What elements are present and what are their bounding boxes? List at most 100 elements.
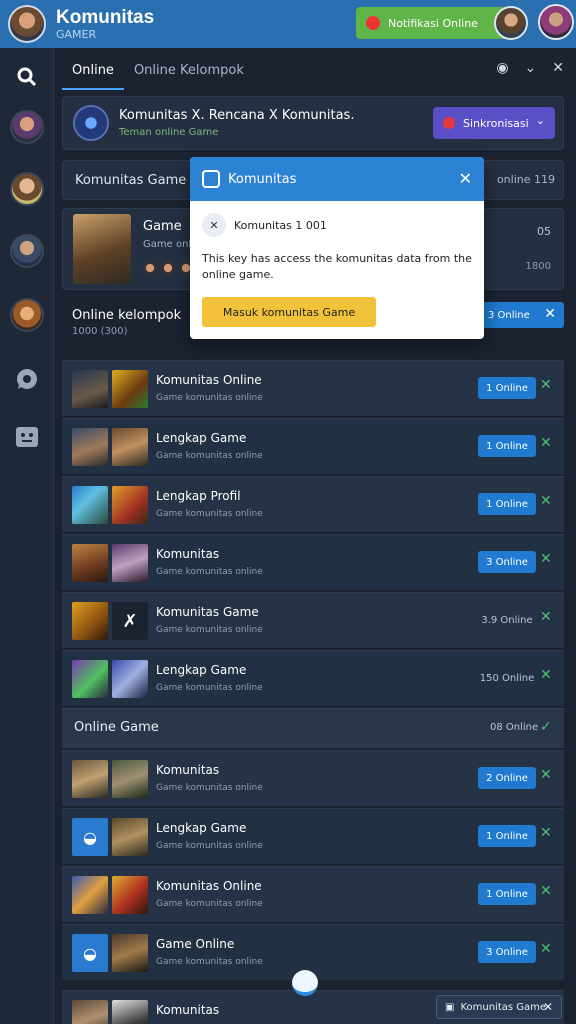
close-icon[interactable]: ✕ — [540, 609, 552, 625]
notification-label: Notifikasi Online — [388, 16, 478, 30]
notification-button[interactable]: Notifikasi Online — [356, 7, 506, 39]
count-pill[interactable]: 3 Online — [478, 941, 536, 963]
online-group-label: Online kelompok — [72, 307, 182, 323]
thumb — [72, 544, 108, 582]
game-points: 1800 — [525, 261, 551, 272]
thumb — [72, 370, 108, 408]
list-item[interactable]: ◒ Game Online Game komunitas online 3 On… — [62, 924, 564, 980]
row-title: Komunitas Online — [156, 879, 262, 893]
game-count: 05 — [537, 225, 551, 238]
app-icon: ◒ — [72, 934, 108, 972]
close-icon[interactable]: ✕ — [543, 1000, 553, 1014]
row-title: Komunitas Online — [156, 373, 262, 387]
popup-title: Komunitas — [228, 171, 297, 187]
thumb — [112, 428, 148, 466]
close-icon[interactable]: ✕ — [540, 941, 552, 957]
list-item[interactable]: ◒ Lengkap Game Game komunitas online 1 O… — [62, 808, 564, 864]
close-icon[interactable]: ✕ — [540, 825, 552, 841]
thumb — [112, 818, 148, 856]
close-icon[interactable]: ✕ — [540, 667, 552, 683]
join-community-button[interactable]: Masuk komunitas Game — [202, 297, 376, 327]
row-title: Lengkap Game — [156, 431, 247, 445]
tab-online[interactable]: Online — [62, 51, 124, 90]
list-item[interactable]: Komunitas Game komunitas online 2 Online… — [62, 750, 564, 806]
count-pill[interactable]: 3 Online — [478, 551, 536, 573]
online-count-label: 3 Online — [488, 309, 530, 321]
list-item[interactable]: Komunitas Game komunitas online 3 Online… — [62, 534, 564, 590]
close-icon[interactable]: ✕ — [552, 60, 564, 76]
close-icon[interactable]: ✕ — [540, 767, 552, 783]
row-sub: Game komunitas online — [156, 567, 263, 577]
thumb — [72, 428, 108, 466]
profile-icon[interactable] — [10, 420, 44, 454]
list-item[interactable]: Lengkap Game Game komunitas online 1 Onl… — [62, 418, 564, 474]
sidebar-avatar-2[interactable] — [10, 172, 44, 206]
row-sub: Game komunitas online — [156, 393, 263, 403]
count-pill[interactable]: 1 Online — [478, 883, 536, 905]
online-count-button[interactable]: 3 Online ✕ — [480, 302, 564, 328]
sidebar-avatar-4[interactable] — [10, 298, 44, 332]
close-icon[interactable]: ✕ — [459, 169, 472, 188]
row-title: Lengkap Game — [156, 663, 247, 677]
top-bar: Komunitas GAMER Notifikasi Online — [0, 0, 576, 48]
thumb — [112, 760, 148, 798]
thumb — [72, 660, 108, 698]
avatar — [161, 261, 175, 275]
row-title: Komunitas Game — [156, 605, 259, 619]
settings-icon[interactable]: ◉ — [496, 60, 508, 76]
chat-icon[interactable] — [10, 362, 44, 396]
toast[interactable]: ▣ Komunitas Game ✕ — [436, 995, 562, 1019]
profile-avatar[interactable] — [538, 4, 574, 40]
list-item[interactable]: Komunitas Online Game komunitas online 1… — [62, 360, 564, 416]
thumb — [72, 760, 108, 798]
popup-row: ✕ Komunitas 1 001 — [202, 213, 327, 237]
sync-button[interactable]: Sinkronisasi ⌄ — [433, 107, 555, 139]
chevron-down-icon: ⌄ — [535, 114, 545, 127]
count-pill[interactable]: 1 Online — [478, 377, 536, 399]
popup-row-text: Komunitas 1 001 — [234, 218, 327, 232]
tab-actions: ◉ ⌄ ✕ — [496, 60, 564, 76]
thumb — [112, 486, 148, 524]
close-icon[interactable]: ✕ — [540, 377, 552, 393]
list-item[interactable]: ✗ Komunitas Game Game komunitas online 3… — [62, 592, 564, 648]
check-icon[interactable]: ✓ — [540, 719, 552, 735]
game-title: Game — [143, 219, 182, 234]
avatar — [143, 261, 157, 275]
window-icon — [202, 170, 220, 188]
row-title: Komunitas — [156, 763, 220, 777]
game-art — [73, 214, 131, 284]
close-icon[interactable]: ✕ — [540, 493, 552, 509]
search-icon[interactable] — [10, 60, 44, 94]
list-item[interactable]: Lengkap Profil Game komunitas online 1 O… — [62, 476, 564, 532]
count-pill[interactable]: 1 Online — [478, 825, 536, 847]
app-subtitle: GAMER — [56, 28, 97, 41]
count-label: 150 Online — [479, 672, 535, 684]
thumb — [72, 1000, 108, 1024]
user-avatar[interactable] — [494, 6, 528, 40]
close-icon[interactable]: ✕ — [540, 435, 552, 451]
row-sub: Game komunitas online — [156, 899, 263, 909]
thumb — [112, 660, 148, 698]
sidebar-avatar-1[interactable] — [10, 110, 44, 144]
close-icon[interactable]: ✕ — [540, 551, 552, 567]
brand-avatar[interactable] — [8, 5, 46, 43]
record-icon — [443, 117, 455, 129]
list-item[interactable]: Lengkap Game Game komunitas online 150 O… — [62, 650, 564, 706]
online-group-sub: 1000 (300) — [72, 326, 128, 337]
sidebar-avatar-3[interactable] — [10, 234, 44, 268]
thumb — [112, 1000, 148, 1024]
list-item[interactable]: Komunitas Online Game komunitas online 1… — [62, 866, 564, 922]
app-title: Komunitas — [56, 7, 155, 28]
group-label: Online Game — [74, 720, 159, 735]
count-pill[interactable]: 2 Online — [478, 767, 536, 789]
minimize-icon[interactable]: ⌄ — [525, 60, 537, 76]
group-header[interactable]: Online Game 08 Online ✓ — [62, 708, 564, 748]
tab-group[interactable]: Online Kelompok — [124, 63, 254, 78]
popup-header: Komunitas ✕ — [190, 157, 484, 201]
close-icon[interactable]: ✕ — [544, 306, 556, 322]
sync-label: Sinkronisasi — [463, 116, 529, 130]
close-icon[interactable]: ✕ — [540, 883, 552, 899]
count-pill[interactable]: 1 Online — [478, 493, 536, 515]
count-pill[interactable]: 1 Online — [478, 435, 536, 457]
thumb — [72, 602, 108, 640]
